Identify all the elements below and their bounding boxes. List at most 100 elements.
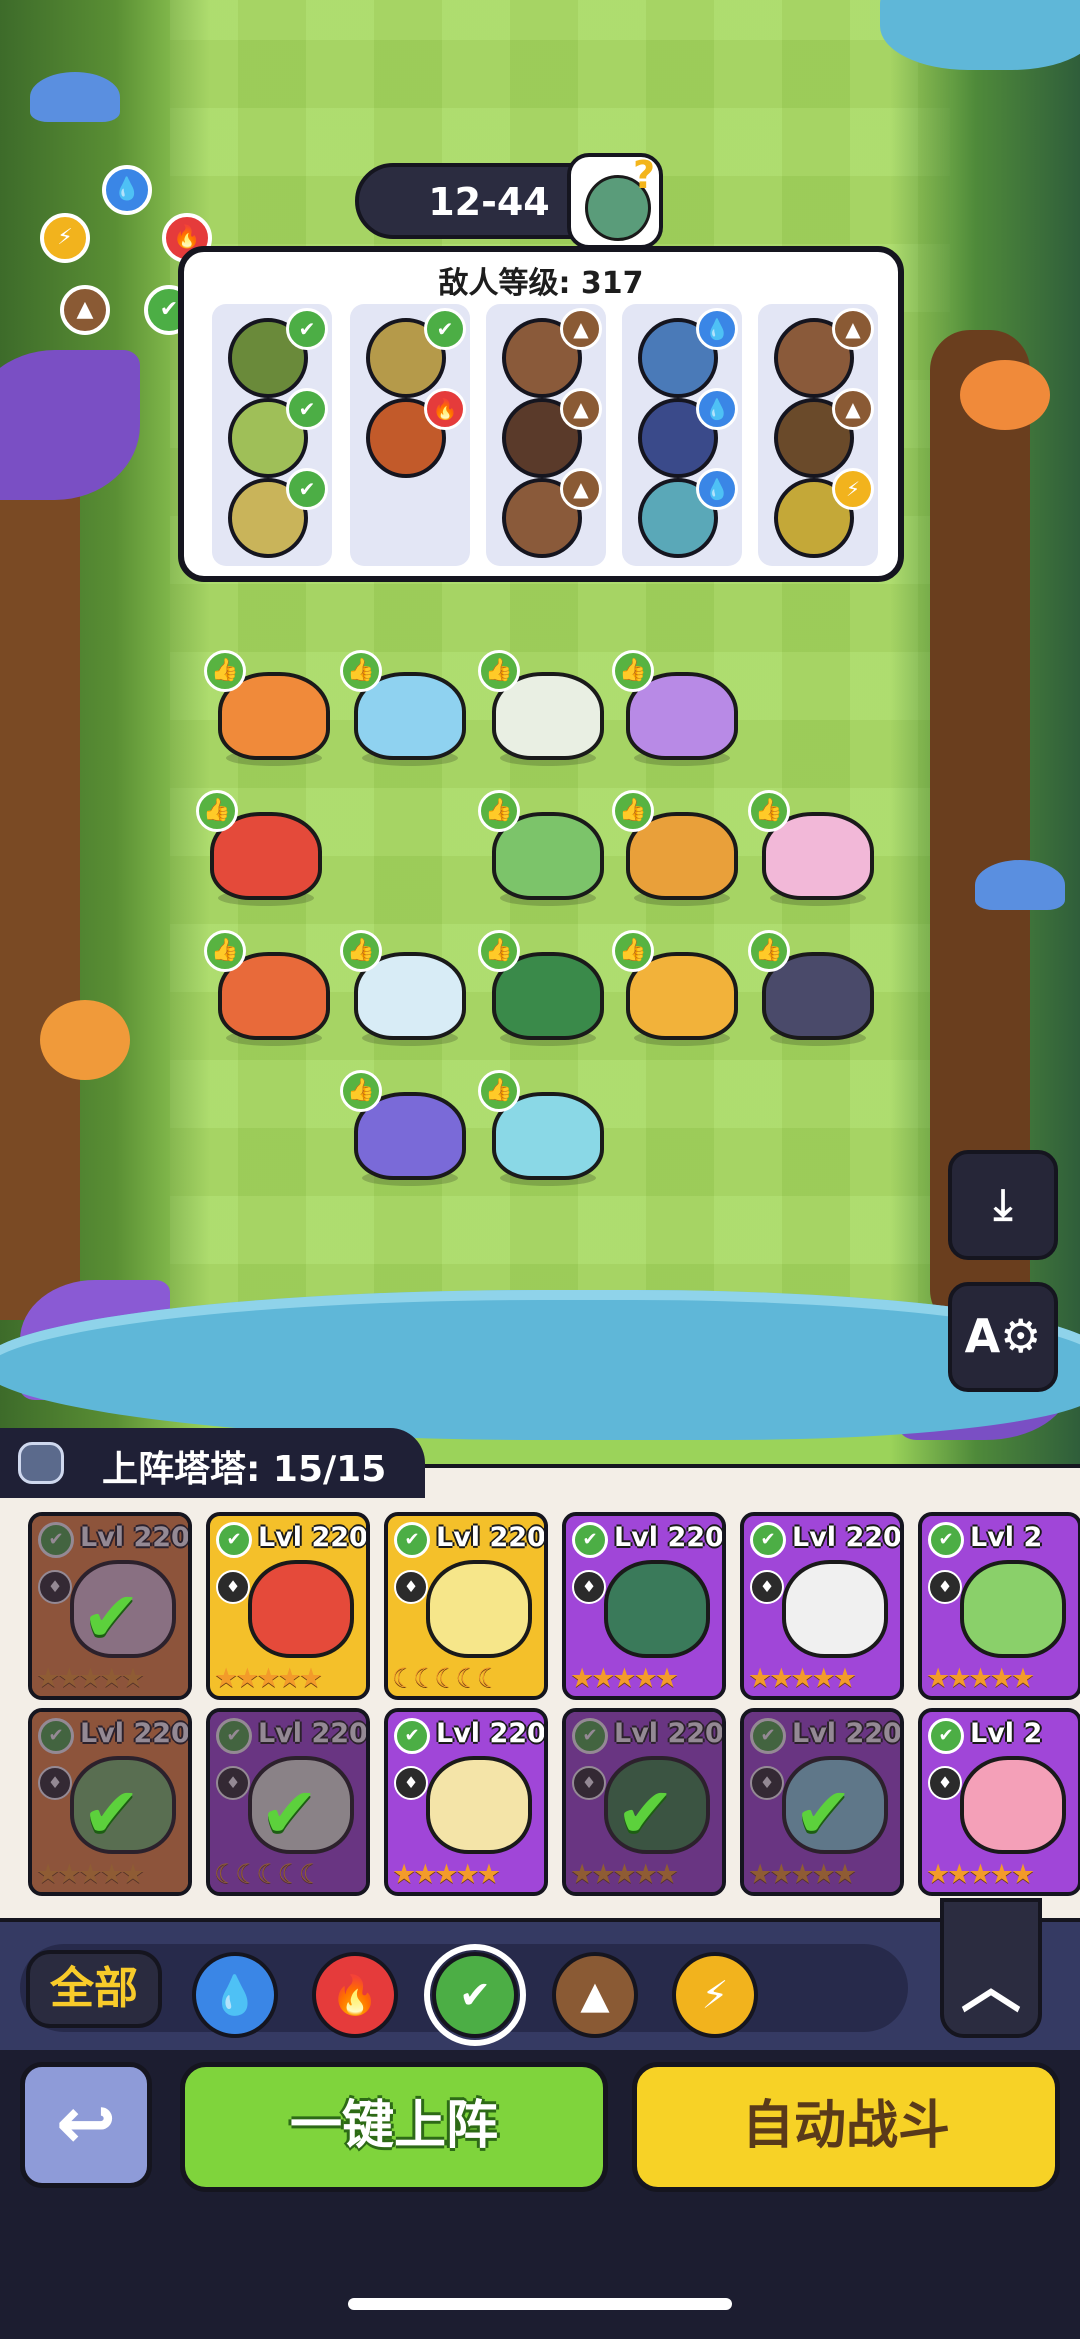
bolt-icon: ⚡ <box>701 1973 729 2017</box>
deployed-unit[interactable]: 👍 <box>612 930 740 1048</box>
pet-level: Lvl 220 <box>614 1522 724 1553</box>
question-mark-icon: ? <box>632 153 655 197</box>
cat-icon <box>18 1442 64 1484</box>
thumbs-up-icon: 👍 <box>478 790 520 832</box>
pet-level: Lvl 2 <box>970 1718 1043 1749</box>
thumbs-up-icon: 👍 <box>204 930 246 972</box>
roster-header: 上阵塔塔: 15/15 <box>0 1428 425 1498</box>
deployed-unit[interactable]: 👍 <box>340 650 468 768</box>
pet-card[interactable]: ✔ Lvl 220 ♦ ★★★★★ <box>384 1708 548 1896</box>
check-icon: ✔ <box>216 1522 252 1558</box>
check-icon: ✔ <box>928 1522 964 1558</box>
deployed-unit[interactable]: 👍 <box>196 790 324 908</box>
deployed-unit[interactable]: 👍 <box>478 1070 606 1188</box>
deployed-unit[interactable]: 👍 <box>340 930 468 1048</box>
deployed-check-icon: ✔ <box>82 1772 141 1854</box>
pet-card[interactable]: ✔Lvl 220♦☾☾☾☾☾✔ <box>206 1708 370 1896</box>
leaf-element-icon: ✔ <box>286 388 328 430</box>
pet-card[interactable]: ✔Lvl 220♦★★★★★✔ <box>28 1512 192 1700</box>
deployed-unit[interactable]: 👍 <box>612 790 740 908</box>
check-icon: ✔ <box>572 1522 608 1558</box>
pet-card[interactable]: ✔Lvl 220♦★★★★★✔ <box>28 1708 192 1896</box>
pet-level: Lvl 220 <box>436 1522 546 1553</box>
filter-rock-button[interactable]: ▲ <box>552 1952 638 2038</box>
pet-class-icon: ♦ <box>750 1570 784 1604</box>
enemy-column: ✔ 🔥 <box>350 304 470 566</box>
check-icon: ✔ <box>394 1718 430 1754</box>
deployed-check-icon: ✔ <box>260 1772 319 1854</box>
pet-card[interactable]: ✔ Lvl 2 ♦ ★★★★★ <box>918 1512 1080 1700</box>
rock-element-icon: ▲ <box>832 308 874 350</box>
deployed-unit[interactable]: 👍 <box>478 790 606 908</box>
filter-leaf-button[interactable]: ✔ <box>424 1944 526 2046</box>
deployed-count-label: 上阵塔塔: 15/15 <box>102 1449 387 1490</box>
filter-water-button[interactable]: 💧 <box>192 1952 278 2038</box>
pet-card[interactable]: ✔Lvl 220♦★★★★★✔ <box>740 1708 904 1896</box>
pet-class-icon: ♦ <box>572 1570 606 1604</box>
filter-all-button[interactable]: 全部 <box>26 1950 162 2028</box>
thumbs-up-icon: 👍 <box>340 650 382 692</box>
enemy-panel: 敌人等级: 317 ✔ ✔ ✔ ✔ 🔥 ▲ ▲ ▲ 💧 💧 💧 ▲ ▲ ⚡ <box>178 246 904 582</box>
pet-card[interactable]: ✔ Lvl 220 ♦ ★★★★★ <box>740 1512 904 1700</box>
mushroom-right <box>975 860 1065 910</box>
rock-icon: ▲ <box>60 285 110 335</box>
bolt-element-icon: ⚡ <box>832 468 874 510</box>
pet-portrait <box>426 1756 532 1854</box>
pet-level: Lvl 220 <box>258 1522 368 1553</box>
back-button[interactable]: ↩ <box>20 2062 152 2188</box>
pet-card[interactable]: ✔ Lvl 220 ♦ ☾☾☾☾☾ <box>384 1512 548 1700</box>
deployed-unit[interactable]: 👍 <box>204 650 332 768</box>
boss-info-button[interactable]: ? <box>567 153 663 249</box>
auto-deploy-button[interactable]: 一键上阵 <box>180 2062 608 2192</box>
deployed-unit[interactable]: 👍 <box>340 1070 468 1188</box>
auto-settings-button[interactable]: A⚙ <box>948 1282 1058 1392</box>
pet-card[interactable]: ✔Lvl 220♦★★★★★✔ <box>562 1708 726 1896</box>
roster-panel: ✔Lvl 220♦★★★★★✔✔Lvl 220♦★★★★★✔Lvl 220♦☾☾… <box>0 1464 1080 1922</box>
deployed-unit[interactable]: 👍 <box>748 930 876 1048</box>
leaf-element-icon: ✔ <box>286 308 328 350</box>
pet-portrait <box>782 1560 888 1658</box>
deployed-unit[interactable]: 👍 <box>612 650 740 768</box>
thumbs-up-icon: 👍 <box>340 1070 382 1112</box>
auto-battle-button[interactable]: 自动战斗 <box>632 2062 1060 2192</box>
water-element-icon: 💧 <box>696 388 738 430</box>
collapse-roster-button[interactable]: ︿ <box>940 1898 1042 2038</box>
tree-trunk-left <box>0 420 80 1320</box>
thumbs-up-icon: 👍 <box>612 930 654 972</box>
pet-portrait <box>960 1560 1066 1658</box>
pet-level: Lvl 220 <box>792 1522 902 1553</box>
deployed-check-icon: ✔ <box>82 1576 141 1658</box>
deployed-unit[interactable]: 👍 <box>478 650 606 768</box>
flower-orange-left <box>40 1000 130 1080</box>
thumbs-up-icon: 👍 <box>748 790 790 832</box>
fire-element-icon: 🔥 <box>424 388 466 430</box>
thumbs-up-icon: 👍 <box>340 930 382 972</box>
download-formation-button[interactable]: ⤓ <box>948 1150 1058 1260</box>
river <box>0 1290 1080 1440</box>
pet-card[interactable]: ✔ Lvl 2 ♦ ★★★★★ <box>918 1708 1080 1896</box>
fire-icon: 🔥 <box>331 1973 379 2017</box>
pet-portrait <box>426 1560 532 1658</box>
deployed-check-icon: ✔ <box>616 1772 675 1854</box>
pet-card[interactable]: ✔ Lvl 220 ♦ ★★★★★ <box>206 1512 370 1700</box>
rock-element-icon: ▲ <box>560 388 602 430</box>
thumbs-up-icon: 👍 <box>478 1070 520 1112</box>
star-rating: ★★★★★ <box>926 1663 1035 1694</box>
deployed-unit[interactable]: 👍 <box>748 790 876 908</box>
water-element-icon: 💧 <box>696 468 738 510</box>
pet-card[interactable]: ✔ Lvl 220 ♦ ★★★★★ <box>562 1512 726 1700</box>
leaf-element-icon: ✔ <box>286 468 328 510</box>
thumbs-up-icon: 👍 <box>612 790 654 832</box>
stage-indicator: 12-44 ? <box>355 153 663 249</box>
pet-class-icon: ♦ <box>216 1570 250 1604</box>
pet-portrait <box>248 1560 354 1658</box>
enemy-column: 💧 💧 💧 <box>622 304 742 566</box>
thumbs-up-icon: 👍 <box>204 650 246 692</box>
deployed-unit[interactable]: 👍 <box>478 930 606 1048</box>
filter-fire-button[interactable]: 🔥 <box>312 1952 398 2038</box>
pet-class-icon: ♦ <box>394 1766 428 1800</box>
deployed-unit[interactable]: 👍 <box>204 930 332 1048</box>
thumbs-up-icon: 👍 <box>196 790 238 832</box>
filter-bolt-button[interactable]: ⚡ <box>672 1952 758 2038</box>
rock-element-icon: ▲ <box>560 308 602 350</box>
